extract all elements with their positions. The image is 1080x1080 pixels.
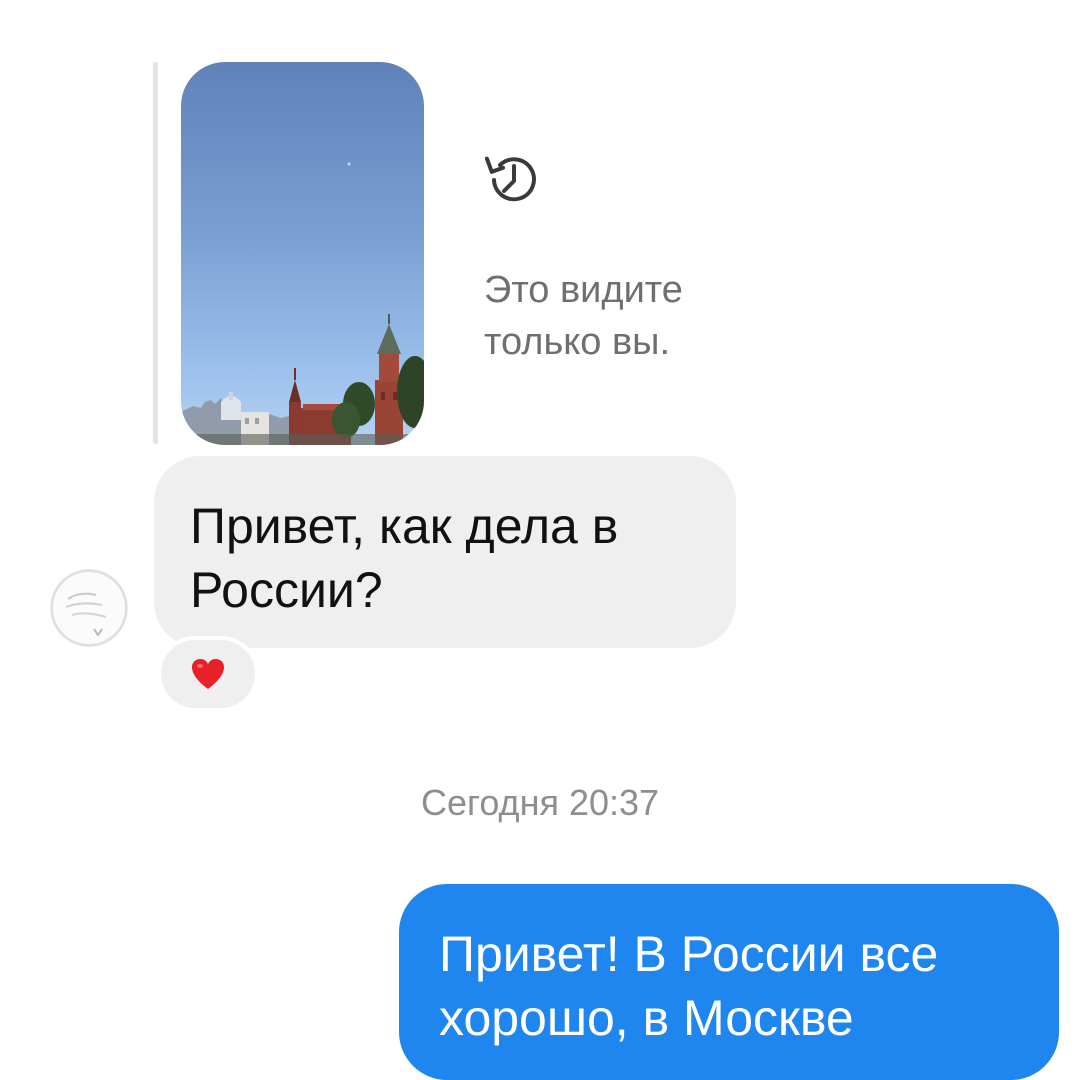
history-clock-icon <box>484 156 536 202</box>
heart-icon <box>192 659 224 689</box>
message-timestamp: Сегодня 20:37 <box>420 782 660 823</box>
story-reply-thumbnail[interactable] <box>181 62 424 445</box>
incoming-message-bubble[interactable]: Привет, как дела в России? <box>154 456 736 648</box>
outgoing-message-bubble[interactable]: Привет! В России все хорошо, в Москве <box>399 884 1059 1080</box>
sender-avatar[interactable] <box>50 569 128 647</box>
heart-reaction[interactable] <box>161 640 255 708</box>
moscow-skyline-photo <box>181 162 424 445</box>
reply-indicator-bar <box>153 62 158 444</box>
avatar-image-icon <box>51 570 127 646</box>
visibility-notice: Это видите только вы. <box>484 269 683 363</box>
